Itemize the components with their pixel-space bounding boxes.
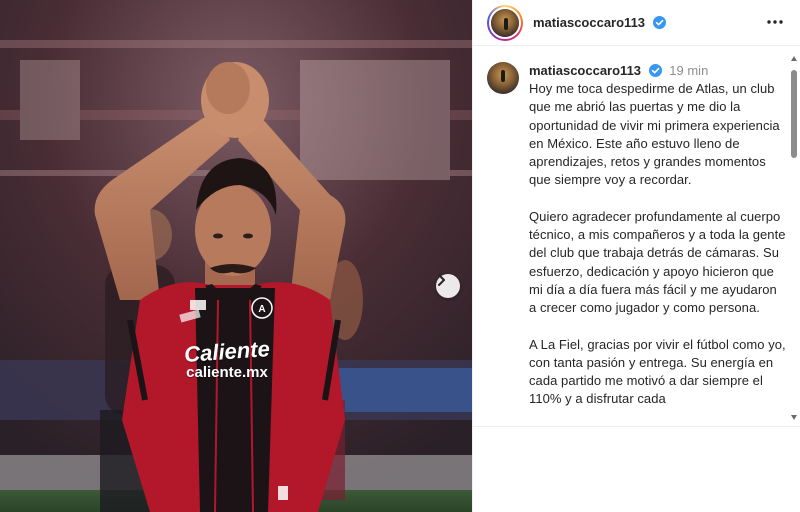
more-options-icon[interactable] [765, 14, 785, 30]
scroll-up-arrow-icon[interactable] [791, 56, 797, 61]
caption-paragraph-3: A La Fiel, gracias por vivir el fútbol c… [529, 336, 790, 407]
shirt-sponsor-logo: Caliente caliente.mx [172, 336, 282, 382]
chevron-right-icon [438, 274, 445, 286]
svg-text:A: A [258, 304, 265, 315]
caption-comment: matiascoccaro113 19 min Hoy me toca desp… [487, 62, 787, 409]
panel-divider [473, 426, 800, 427]
caption-body: matiascoccaro113 19 min Hoy me toca desp… [529, 62, 787, 409]
caption-paragraph-2: Quiero agradecer profundamente al cuerpo… [529, 208, 790, 316]
post-header: matiascoccaro113 [473, 0, 800, 46]
author-username[interactable]: matiascoccaro113 [533, 15, 666, 30]
caption-paragraph-1: Hoy me toca despedirme de Atlas, un club… [529, 81, 784, 188]
caption-avatar[interactable] [487, 62, 519, 94]
post-side-panel: matiascoccaro113 matiascoccaro113 19 min… [472, 0, 800, 512]
player-photo-illustration: A [0, 0, 472, 512]
next-photo-button[interactable] [436, 274, 460, 298]
scroll-down-arrow-icon[interactable] [791, 415, 797, 420]
post-photo[interactable]: A Caliente caliente.mx [0, 0, 472, 512]
verified-badge-icon [652, 16, 666, 29]
scrollbar-thumb[interactable] [791, 70, 797, 158]
caption-timestamp[interactable]: 19 min [669, 63, 708, 78]
caption-scroll-area[interactable]: matiascoccaro113 19 min Hoy me toca desp… [473, 62, 800, 426]
avatar [491, 8, 519, 37]
author-username-text[interactable]: matiascoccaro113 [533, 15, 645, 30]
instagram-post-view: A Caliente caliente.mx matiascoccaro113 … [0, 0, 800, 512]
verified-badge-icon [648, 64, 662, 77]
author-avatar-story-ring[interactable] [487, 4, 523, 41]
caption-scrollbar[interactable] [788, 52, 800, 424]
caption-meta: matiascoccaro113 19 min [529, 62, 787, 80]
caption-username[interactable]: matiascoccaro113 [529, 63, 641, 78]
